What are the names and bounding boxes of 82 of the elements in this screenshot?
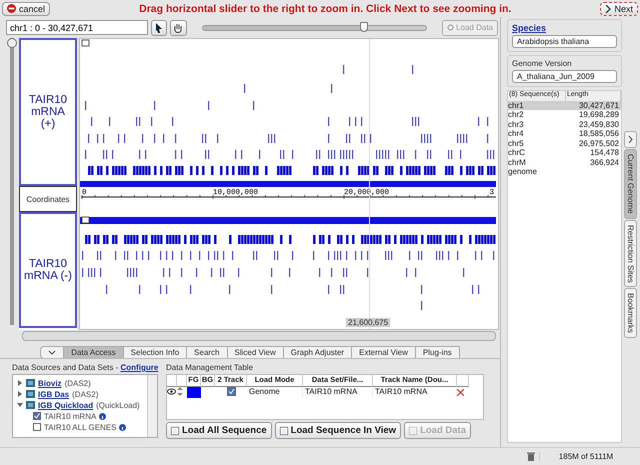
chevron-icon xyxy=(628,136,632,143)
checkbox[interactable] xyxy=(33,412,41,420)
source-link[interactable]: Bioviz xyxy=(38,378,62,388)
sequence-row[interactable]: chr2 19,698,289 xyxy=(508,110,621,120)
trash-icon[interactable] xyxy=(527,452,535,461)
sequence-row[interactable]: chrC 154,478 xyxy=(508,148,621,158)
next-button[interactable]: Next xyxy=(600,2,638,16)
instruction-message: Drag horizontal slider to the right to zoom in. Click Next to see zooming in. xyxy=(138,2,512,14)
column-header xyxy=(177,375,187,387)
source-type: (DAS2) xyxy=(64,378,91,388)
expand-tab[interactable] xyxy=(624,131,637,148)
sequence-row[interactable]: chr3 23,459,830 xyxy=(508,120,621,129)
panel-title: Data Sources and Data Sets - Configure xyxy=(12,363,158,372)
panel-tab[interactable]: Graph Adjuster xyxy=(284,346,352,359)
hand-icon xyxy=(173,22,184,32)
dataset-name: TAIR10 mRNA xyxy=(44,412,96,420)
panel-tab[interactable]: Sliced View xyxy=(228,346,284,359)
collapse-icon[interactable] xyxy=(82,216,90,224)
load-button[interactable]: Load All Sequence xyxy=(166,422,272,439)
sequence-row[interactable]: chr5 26,975,502 xyxy=(508,138,621,148)
track-label[interactable]: TAIR10 mRNA (+) xyxy=(19,38,77,186)
panel-tab[interactable]: Plug-ins xyxy=(416,346,460,359)
source-type: (QuickLoad) xyxy=(96,400,140,410)
chevron-icon xyxy=(48,350,56,355)
column-header xyxy=(167,375,177,387)
vertical-scrollbar[interactable] xyxy=(147,375,157,437)
vertical-zoom-slider[interactable] xyxy=(7,38,17,325)
sequence-icon xyxy=(280,426,288,434)
info-icon[interactable] xyxy=(119,424,126,430)
expanded-arrow-icon[interactable] xyxy=(17,402,23,408)
eye-icon[interactable] xyxy=(167,387,176,396)
species-link[interactable]: Species xyxy=(512,23,617,33)
collapse-icon[interactable] xyxy=(82,40,90,46)
slider-thumb[interactable] xyxy=(360,22,368,32)
configure-link[interactable]: Configure xyxy=(120,363,158,372)
source-link[interactable]: IGB Quickload xyxy=(38,400,94,410)
side-tab[interactable]: Current Genome xyxy=(624,149,637,219)
group-title: Genome Version xyxy=(512,59,573,68)
source-type: (DAS2) xyxy=(72,390,98,398)
remove-icon[interactable] xyxy=(457,389,464,396)
sequence-icon xyxy=(171,426,179,434)
menu-tab[interactable] xyxy=(40,346,64,359)
cancel-button[interactable]: cancel xyxy=(2,2,50,16)
side-tab[interactable]: Restriction Sites xyxy=(624,220,637,288)
panel-tab[interactable]: External View xyxy=(352,346,416,359)
position-label: 21,600,675 xyxy=(346,318,390,327)
refresh-icon xyxy=(447,24,454,31)
chevron-icon xyxy=(605,4,612,12)
select-tool-button[interactable] xyxy=(150,20,168,36)
location-field[interactable]: chr1 : 0 - 30,427,671 xyxy=(6,20,148,35)
track-label[interactable]: TAIR10 mRNA (-) xyxy=(19,212,77,328)
load-button[interactable]: Load Sequence In View xyxy=(274,422,402,439)
panel-title: Data Management Table xyxy=(166,363,254,372)
checkbox[interactable] xyxy=(33,423,41,431)
collapsed-arrow-icon[interactable] xyxy=(17,380,23,386)
panel-tab[interactable]: Data Access xyxy=(64,346,124,359)
species-dropdown[interactable]: Arabidopsis thaliana xyxy=(512,35,617,48)
stop-icon xyxy=(7,4,16,13)
genome-version-dropdown[interactable]: A_thaliana_Jun_2009 xyxy=(512,70,617,83)
color-swatch[interactable] xyxy=(187,387,201,398)
track-label[interactable]: Coordinates xyxy=(19,186,77,212)
memory-usage: 185M of 5111M xyxy=(539,452,632,461)
panel-tab[interactable]: Selection Info xyxy=(124,346,188,359)
collapsed-arrow-icon[interactable] xyxy=(17,391,23,397)
slider-thumb[interactable] xyxy=(7,38,17,48)
horizontal-scrollbar[interactable] xyxy=(22,331,496,341)
panel-tab[interactable]: Search xyxy=(187,346,228,359)
pan-tool-button[interactable] xyxy=(170,20,186,36)
sequence-row[interactable]: chrM 366,924 xyxy=(508,158,621,167)
table-cell: Genome xyxy=(247,387,303,398)
table-cell: TAIR10 mRNA xyxy=(303,387,373,398)
checkbox[interactable] xyxy=(226,387,236,396)
refresh-icon xyxy=(409,426,418,434)
source-link[interactable]: IGB Das xyxy=(38,390,70,398)
sequence-row[interactable]: genome xyxy=(508,167,621,176)
info-icon[interactable] xyxy=(99,412,106,420)
column-header xyxy=(457,375,469,387)
pointer-icon xyxy=(154,22,163,32)
side-tab[interactable]: Bookmarks xyxy=(624,288,637,338)
table-cell: TAIR10 mRNA xyxy=(373,387,457,398)
dataset-name: TAIR10 ALL GENES xyxy=(44,422,116,432)
sequence-row[interactable]: chr4 18,585,056 xyxy=(508,129,621,138)
